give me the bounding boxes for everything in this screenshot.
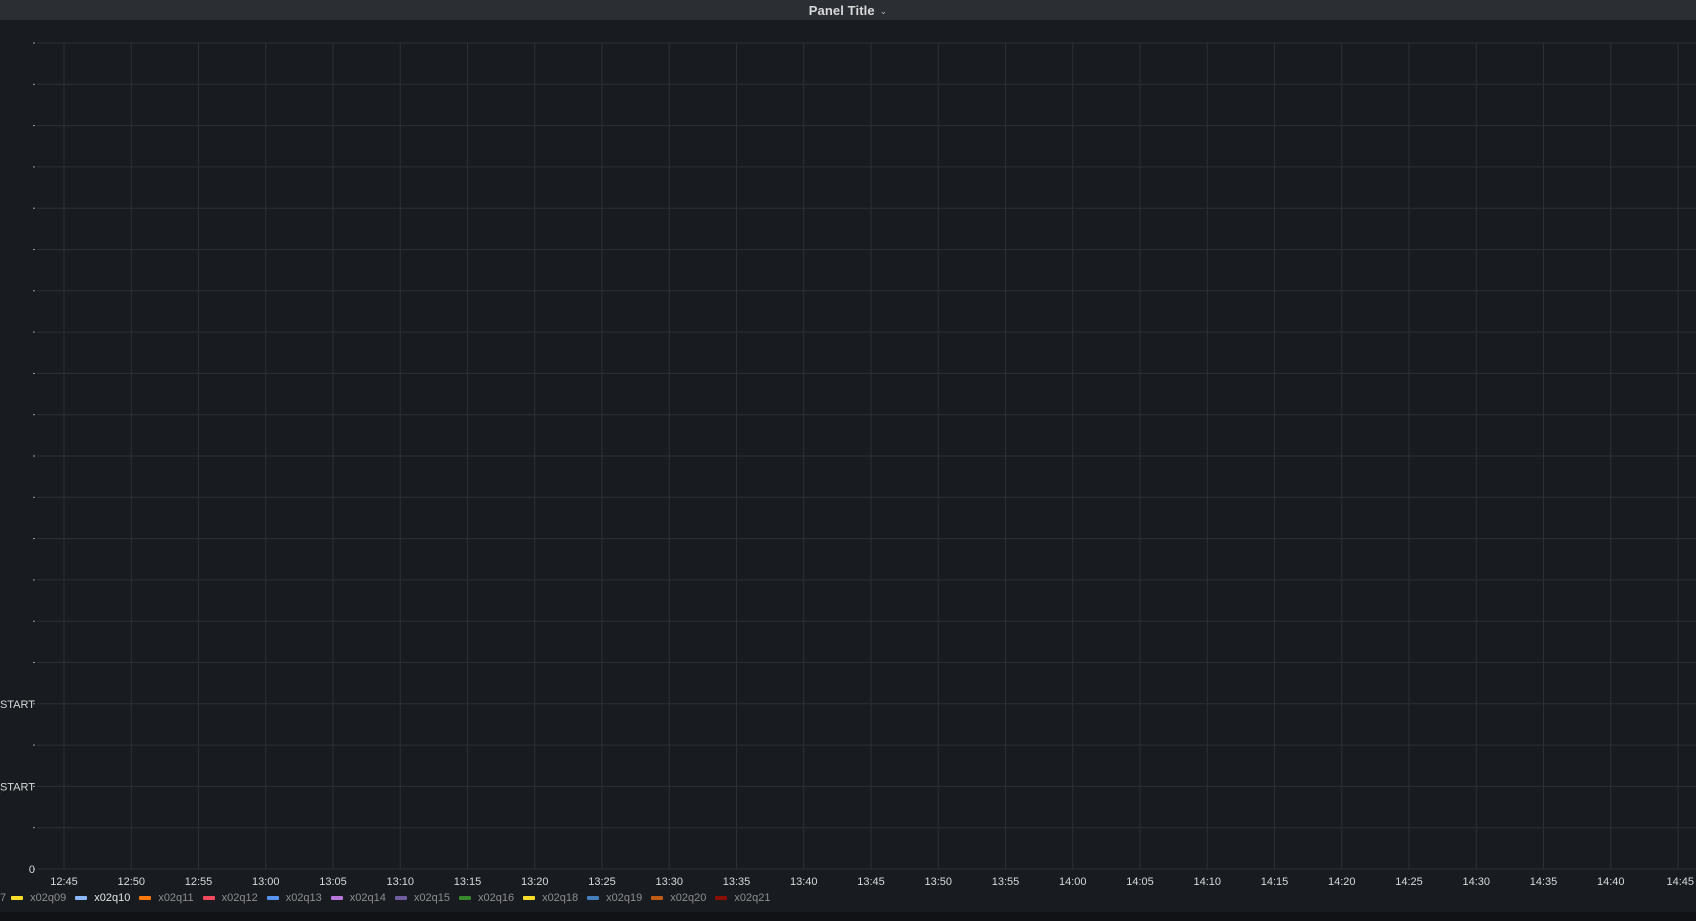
x-tick-label: 13:05 <box>319 876 347 888</box>
legend-swatch <box>75 896 88 900</box>
x-tick-label: 13:45 <box>857 876 885 888</box>
x-tick-label: 12:50 <box>117 876 145 888</box>
legend-label: x02q18 <box>542 892 579 904</box>
legend: 7 x02q09 x02q10 x02q11 x02q12 x02q13 x02q14 x0… <box>0 891 779 905</box>
x-tick-label: 14:35 <box>1530 876 1558 888</box>
x-tick-label: 13:35 <box>723 876 751 888</box>
legend-swatch <box>587 896 600 900</box>
y-tick-label: _START <box>0 781 35 793</box>
legend-item[interactable]: x02q14 <box>330 892 386 904</box>
x-tick-label: 13:10 <box>386 876 414 888</box>
x-tick-label: 13:55 <box>992 876 1020 888</box>
x-tick-label: 14:05 <box>1126 876 1154 888</box>
x-tick-label: 12:55 <box>185 876 213 888</box>
legend-swatch <box>394 896 407 900</box>
legend-item[interactable]: x02q20 <box>651 892 706 904</box>
x-tick-label: 14:25 <box>1395 876 1423 888</box>
x-tick-label: 14:15 <box>1261 876 1289 888</box>
legend-label: x02q15 <box>413 892 450 904</box>
legend-item[interactable]: x02q16 <box>458 892 515 904</box>
legend-swatch <box>651 896 664 900</box>
legend-item[interactable]: x02q09 <box>11 892 66 904</box>
legend-label: x02q20 <box>670 892 707 904</box>
x-tick-label: 14:45 <box>1666 876 1694 888</box>
x-tick-label: 14:00 <box>1059 876 1087 888</box>
legend-item[interactable]: x02q11 <box>139 892 194 904</box>
legend-label: x02q12 <box>221 892 258 904</box>
x-tick-label: 13:50 <box>924 876 952 888</box>
legend-item[interactable]: x02q18 <box>523 892 578 904</box>
x-tick-label: 13:40 <box>790 876 818 888</box>
legend-swatch <box>330 896 343 900</box>
legend-truncated-label: 7 <box>0 892 7 904</box>
legend-item[interactable]: x02q13 <box>266 892 322 904</box>
x-tick-label: 13:30 <box>655 876 683 888</box>
legend-item[interactable]: x02q19 <box>587 892 642 904</box>
legend-swatch <box>139 896 152 900</box>
legend-label: x02q09 <box>30 892 67 904</box>
legend-swatch <box>266 896 279 900</box>
legend-label: x02q16 <box>477 892 515 904</box>
x-tick-label: 12:45 <box>50 876 78 888</box>
legend-label: x02q21 <box>734 892 771 904</box>
x-tick-label: 13:00 <box>252 876 280 888</box>
graph-canvas[interactable]: 0 _START _START 12:45 12:50 12:55 13:00 13:05 13… <box>0 0 1696 900</box>
legend-item[interactable]: x02q10 <box>75 892 130 904</box>
bottom-strip <box>0 912 1696 921</box>
legend-swatch <box>715 896 728 900</box>
legend-label: x02q11 <box>158 892 194 904</box>
x-tick-label: 13:20 <box>521 876 549 888</box>
legend-label: x02q19 <box>606 892 643 904</box>
legend-swatch <box>523 896 536 900</box>
y-tick-label: 0 <box>29 864 35 876</box>
legend-item[interactable]: x02q21 <box>715 892 770 904</box>
x-tick-label: 14:30 <box>1462 876 1490 888</box>
y-tick-label: _START <box>0 699 35 711</box>
legend-item[interactable]: x02q15 <box>394 892 450 904</box>
x-tick-label: 13:25 <box>588 876 616 888</box>
legend-label: x02q13 <box>285 892 322 904</box>
x-tick-label: 14:10 <box>1193 876 1221 888</box>
x-tick-label: 13:15 <box>454 876 482 888</box>
legend-swatch <box>458 896 471 900</box>
legend-item[interactable]: x02q12 <box>202 892 258 904</box>
x-tick-label: 14:40 <box>1597 876 1625 888</box>
legend-label: x02q10 <box>94 892 131 904</box>
x-tick-label: 14:20 <box>1328 876 1356 888</box>
graph-panel: Panel Title ⌄ 0_START_START12:4512:5012:… <box>0 0 1696 921</box>
legend-swatch <box>202 896 215 900</box>
legend-label: x02q14 <box>349 892 386 904</box>
legend-swatch <box>11 896 24 900</box>
